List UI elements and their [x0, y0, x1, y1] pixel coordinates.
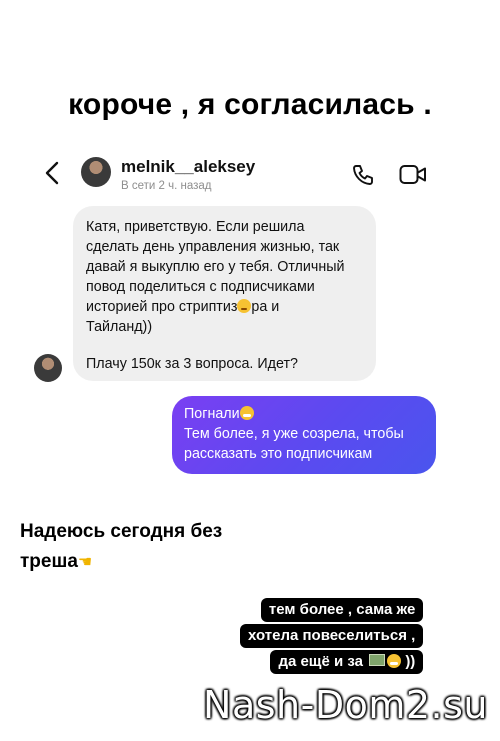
message-line: повод поделиться с подписчиками — [86, 279, 315, 295]
message-line: сделать день управления жизнью, так — [86, 239, 340, 255]
incoming-message[interactable]: Катя, приветствую. Если решила сделать д… — [73, 206, 376, 381]
money-icon — [369, 654, 386, 666]
story-headline: короче , я согласилась . — [68, 88, 432, 121]
message-line: Тем более, я уже созрела, чтобы — [184, 426, 404, 442]
message-line: Тайланд)) — [86, 319, 153, 335]
message-line: Катя, приветствую. Если решила — [86, 219, 305, 235]
caption-fragment: треша — [20, 551, 78, 572]
story-caption-right: тем более , сама же хотела повеселиться … — [240, 598, 424, 676]
last-seen-status: В сети 2 ч. назад — [121, 180, 212, 192]
caption-line: треша☚ — [20, 547, 222, 578]
winking-face-icon — [237, 299, 252, 313]
message-fragment: историей про стриптиз — [86, 299, 238, 315]
message-line: Плачу 150к за 3 вопроса. Идет? — [86, 356, 298, 372]
phone-icon[interactable] — [351, 163, 375, 187]
pointing-hand-icon: ☚ — [77, 554, 93, 571]
message-fragment: Погнали — [184, 406, 240, 422]
message-fragment: ра и — [251, 299, 280, 315]
avatar[interactable] — [81, 157, 111, 187]
message-line: давай я выкуплю его у тебя. Отличный — [86, 259, 345, 275]
caption-line: да ещё и за )) — [270, 650, 424, 674]
caption-line: хотела повеселиться , — [240, 624, 424, 648]
chat-username[interactable]: melnik__aleksey — [121, 157, 255, 177]
grimacing-face-icon — [239, 406, 254, 420]
caption-fragment: да ещё и за — [278, 653, 363, 670]
back-icon[interactable] — [42, 160, 64, 186]
outgoing-message[interactable]: Погнали Тем более, я уже созрела, чтобы … — [172, 396, 436, 474]
caption-line: тем более , сама же — [260, 598, 424, 622]
message-line: рассказать это подписчикам — [184, 446, 373, 462]
caption-fragment: )) — [405, 653, 416, 670]
smiling-sweat-face-icon — [387, 654, 402, 668]
video-camera-icon[interactable] — [399, 164, 427, 186]
message-line: Погнали — [184, 404, 426, 424]
message-line: историей про стриптиз ра и — [86, 297, 364, 317]
caption-line: Надеюсь сегодня без — [20, 521, 223, 542]
watermark: Nash-Dom2.su — [203, 683, 488, 727]
story-caption-left: Надеюсь сегодня без треша☚ — [20, 517, 222, 578]
sender-avatar[interactable] — [34, 354, 62, 382]
